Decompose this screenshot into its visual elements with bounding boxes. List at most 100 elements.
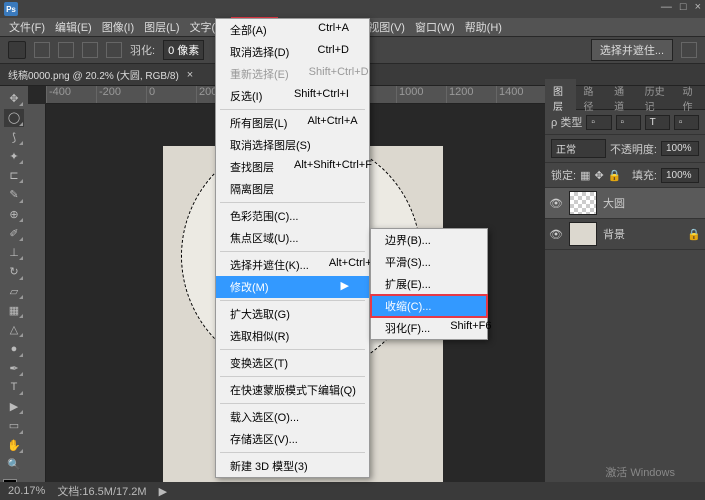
gradient-tool[interactable]: ▦ [4, 302, 24, 319]
menu-item[interactable]: 隔离图层 [216, 178, 369, 200]
layer-filter-label: ρ 类型 [551, 114, 582, 130]
menu-item[interactable]: 修改(M)▶ [216, 276, 369, 298]
marquee-tool[interactable]: ◯ [4, 109, 24, 126]
menu-item[interactable]: 载入选区(O)... [216, 406, 369, 428]
zoom-level[interactable]: 20.17% [8, 485, 45, 497]
menu-item[interactable]: 取消选择(D)Ctrl+D [216, 41, 369, 63]
layer-thumb [569, 222, 597, 246]
menu-8[interactable]: 视图(V) [363, 17, 410, 37]
heal-tool[interactable]: ⊕ [4, 206, 24, 223]
layer-row[interactable]: 👁 大圆 [545, 188, 705, 219]
menu-item[interactable]: 变换选区(T) [216, 352, 369, 374]
filter-icon[interactable]: ▫ [586, 115, 611, 130]
menu-item[interactable]: 羽化(F)...Shift+F6 [371, 317, 487, 339]
minimize-icon[interactable]: — [661, 1, 672, 13]
pen-tool[interactable]: ✒ [4, 360, 24, 377]
selection-intersect-icon[interactable] [106, 42, 122, 58]
menu-item[interactable]: 选取相似(R) [216, 325, 369, 347]
stamp-tool[interactable]: ⊥ [4, 244, 24, 261]
fill-input[interactable]: 100% [661, 168, 699, 183]
lock-icon: 🔒 [687, 228, 701, 241]
menu-item[interactable]: 新建 3D 模型(3) [216, 455, 369, 477]
menu-item[interactable]: 所有图层(L)Alt+Ctrl+A [216, 112, 369, 134]
blend-mode-select[interactable]: 正常 [551, 139, 606, 158]
lock-label: 锁定: [551, 167, 576, 183]
lock-position-icon[interactable]: ✥ [594, 169, 603, 182]
opacity-label: 不透明度: [610, 141, 657, 157]
layers-panel: 图层路径通道历史记动作 ρ 类型 ▫ ▫ T ▫ 正常 不透明度: 100% 锁… [545, 86, 705, 500]
selection-sub-icon[interactable] [82, 42, 98, 58]
quick-select-tool[interactable]: ✦ [4, 148, 24, 165]
toolbar: ✥ ◯ ⟆ ✦ ⊏ ✎ ⊕ ✐ ⊥ ↻ ▱ ▦ △ ● ✒ T ▶ ▭ ✋ 🔍 [0, 86, 28, 500]
tab-close-icon[interactable]: × [187, 69, 193, 81]
menu-item[interactable]: 色彩范围(C)... [216, 205, 369, 227]
menu-10[interactable]: 帮助(H) [460, 17, 507, 37]
filter-icon[interactable]: T [645, 115, 670, 130]
selection-add-icon[interactable] [58, 42, 74, 58]
menu-3[interactable]: 图层(L) [139, 17, 184, 37]
menu-1[interactable]: 编辑(E) [50, 17, 97, 37]
close-icon[interactable]: × [695, 1, 701, 13]
lock-pixels-icon[interactable]: ▦ [580, 169, 590, 182]
window-controls: — □ × [661, 1, 701, 13]
layer-thumb [569, 191, 597, 215]
menu-item[interactable]: 焦点区域(U)... [216, 227, 369, 249]
menu-item[interactable]: 平滑(S)... [371, 251, 487, 273]
crop-tool[interactable]: ⊏ [4, 167, 24, 184]
menu-item[interactable]: 全部(A)Ctrl+A [216, 19, 369, 41]
brush-tool[interactable]: ✐ [4, 225, 24, 242]
menu-item[interactable]: 查找图层Alt+Shift+Ctrl+F [216, 156, 369, 178]
menu-9[interactable]: 窗口(W) [410, 17, 460, 37]
chevron-right-icon[interactable]: ▶ [159, 485, 167, 498]
panel-tabs: 图层路径通道历史记动作 [545, 86, 705, 110]
eraser-tool[interactable]: ▱ [4, 283, 24, 300]
hand-tool[interactable]: ✋ [4, 437, 24, 454]
move-tool[interactable]: ✥ [4, 90, 24, 107]
layer-name: 大圆 [603, 195, 625, 211]
document-tab[interactable]: 线稿0000.png @ 20.2% (大圆, RGB/8) [8, 67, 179, 82]
menu-item[interactable]: 在快速蒙版模式下编辑(Q) [216, 379, 369, 401]
tool-preset-icon[interactable] [8, 41, 26, 59]
select-menu-dropdown: 全部(A)Ctrl+A取消选择(D)Ctrl+D重新选择(E)Shift+Ctr… [215, 18, 370, 478]
selection-new-icon[interactable] [34, 42, 50, 58]
lasso-tool[interactable]: ⟆ [4, 129, 24, 146]
filter-icon[interactable]: ▫ [616, 115, 641, 130]
doc-size: 文档:16.5M/17.2M [57, 483, 146, 499]
windows-watermark: 激活 Windows [605, 464, 675, 480]
type-tool[interactable]: T [4, 379, 24, 396]
zoom-tool[interactable]: 🔍 [4, 456, 24, 473]
filter-icon[interactable]: ▫ [674, 115, 699, 130]
shape-tool[interactable]: ▭ [4, 417, 24, 434]
menu-item[interactable]: 扩展(E)... [371, 273, 487, 295]
layer-row[interactable]: 👁背景🔒 [545, 219, 705, 250]
select-and-mask-button[interactable]: 选择并遮住... [591, 39, 673, 61]
menu-item[interactable]: 边界(B)... [371, 229, 487, 251]
dodge-tool[interactable]: ● [4, 340, 24, 357]
visibility-icon[interactable]: 👁 [549, 228, 563, 241]
menu-item[interactable]: 收缩(C)... [371, 295, 487, 317]
path-select-tool[interactable]: ▶ [4, 398, 24, 415]
menu-item[interactable]: 取消选择图层(S) [216, 134, 369, 156]
menu-2[interactable]: 图像(I) [97, 17, 139, 37]
app-icon: Ps [4, 2, 18, 16]
opacity-input[interactable]: 100% [661, 141, 699, 156]
menu-item[interactable]: 存储选区(V)... [216, 428, 369, 450]
lock-all-icon[interactable]: 🔒 [608, 169, 622, 182]
history-brush-tool[interactable]: ↻ [4, 263, 24, 280]
menu-item[interactable]: 反选(I)Shift+Ctrl+I [216, 85, 369, 107]
status-bar: 20.17% 文档:16.5M/17.2M ▶ [0, 482, 705, 500]
blur-tool[interactable]: △ [4, 321, 24, 338]
menu-item[interactable]: 选择并遮住(K)...Alt+Ctrl+R [216, 254, 369, 276]
visibility-icon[interactable]: 👁 [549, 197, 563, 210]
feather-input[interactable]: 0 像素 [163, 40, 204, 60]
menu-item[interactable]: 扩大选取(G) [216, 303, 369, 325]
modify-submenu-dropdown: 边界(B)...平滑(S)...扩展(E)...收缩(C)...羽化(F)...… [370, 228, 488, 340]
feather-label: 羽化: [130, 42, 155, 58]
maximize-icon[interactable]: □ [680, 1, 687, 13]
fill-label: 填充: [632, 167, 657, 183]
eyedropper-tool[interactable]: ✎ [4, 186, 24, 203]
ruler-vertical [28, 104, 46, 500]
menu-item: 重新选择(E)Shift+Ctrl+D [216, 63, 369, 85]
toggle-panels-icon[interactable] [681, 42, 697, 58]
menu-0[interactable]: 文件(F) [4, 17, 50, 37]
